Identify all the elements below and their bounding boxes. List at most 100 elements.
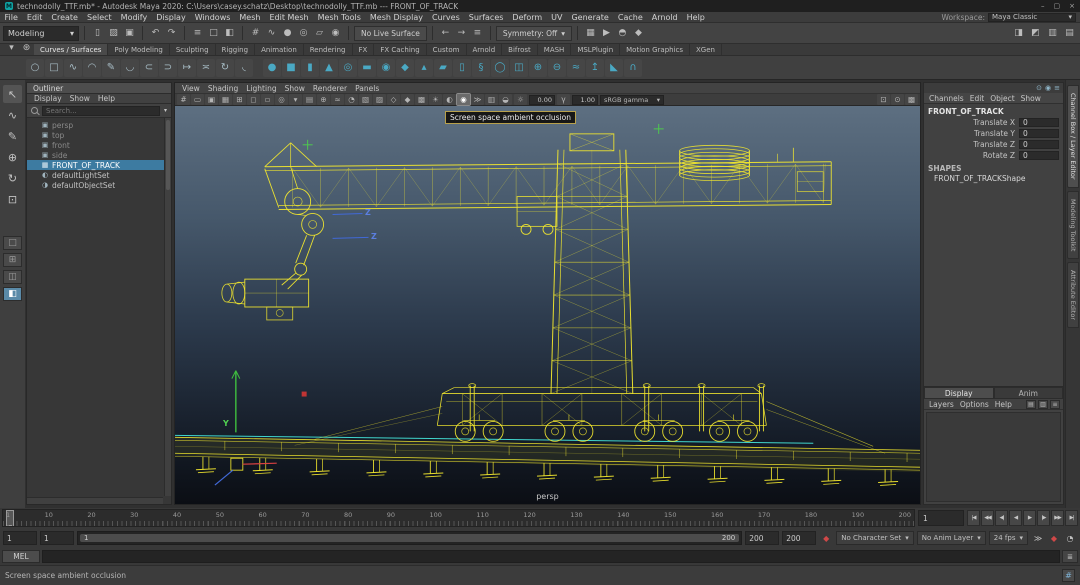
poly-torus-icon[interactable]: ◎: [339, 59, 357, 77]
select-by-component-icon[interactable]: ◧: [222, 26, 237, 41]
cv-curve-tool-icon[interactable]: ◠: [83, 59, 101, 77]
exposure-field[interactable]: 0.00: [529, 95, 555, 105]
poly-cube-icon[interactable]: ■: [282, 59, 300, 77]
menu-item[interactable]: Edit: [22, 13, 47, 22]
lasso-tool[interactable]: ∿: [3, 106, 22, 124]
detach-curves-icon[interactable]: ⊃: [159, 59, 177, 77]
bookmarks-icon[interactable]: ▾: [289, 94, 302, 105]
step-back-key-button[interactable]: ◀|: [995, 510, 1008, 526]
shelf-tab[interactable]: Sculpting: [170, 44, 216, 55]
mel-command-input[interactable]: [42, 550, 1060, 563]
nurbs-square-icon[interactable]: □: [45, 59, 63, 77]
view-transform-dropdown[interactable]: sRGB gamma▾: [600, 95, 664, 105]
step-forward-frame-button[interactable]: ▶▶: [1051, 510, 1064, 526]
bridge-icon[interactable]: ∩: [624, 59, 642, 77]
channel-box-layer-editor-tab[interactable]: Channel Box / Layer Editor: [1067, 85, 1079, 188]
field-chart-icon[interactable]: ⊞: [233, 94, 246, 105]
current-frame-field[interactable]: 1: [918, 510, 964, 526]
film-gate-icon[interactable]: ▭: [191, 94, 204, 105]
modeling-toolkit-toggle-icon[interactable]: ▤: [1062, 26, 1077, 41]
rotate-tool[interactable]: ↻: [3, 169, 22, 187]
snap-to-projected-center-icon[interactable]: ◎: [296, 26, 311, 41]
curve-fillet-icon[interactable]: ◟: [235, 59, 253, 77]
menu-item[interactable]: Windows: [190, 13, 235, 22]
shelf-tab[interactable]: Poly Modeling: [108, 44, 169, 55]
shelf-tab[interactable]: MSLPlugin: [571, 44, 620, 55]
viewport-canvas[interactable]: Screen space ambient occlusion persp Y Z…: [175, 106, 920, 504]
channel-value-field[interactable]: 0: [1019, 129, 1059, 138]
shelf-tab[interactable]: MASH: [538, 44, 572, 55]
attach-curves-icon[interactable]: ⊂: [140, 59, 158, 77]
menu-item[interactable]: Cache: [613, 13, 647, 22]
multisample-aa-icon[interactable]: ▥: [485, 94, 498, 105]
two-d-pan-zoom-icon[interactable]: ⊕: [317, 94, 330, 105]
modeling-toolkit-tab[interactable]: Modeling Toolkit: [1067, 191, 1079, 259]
layer-editor-tab[interactable]: Anim: [994, 387, 1064, 399]
separate-icon[interactable]: ⊖: [548, 59, 566, 77]
step-forward-key-button[interactable]: |▶: [1037, 510, 1050, 526]
shelf-tab[interactable]: XGen: [690, 44, 722, 55]
layer-list[interactable]: [926, 412, 1061, 502]
manip-speed-icon[interactable]: ◉: [1045, 84, 1051, 92]
resolution-gate-icon[interactable]: ▣: [205, 94, 218, 105]
time-slider[interactable]: 1102030405060708090100110120130140150160…: [2, 509, 915, 527]
wireframe-mode-icon[interactable]: ◇: [387, 94, 400, 105]
menu-item[interactable]: Mesh: [235, 13, 265, 22]
exposure-icon[interactable]: ☼: [514, 94, 527, 105]
input-connections-icon[interactable]: ←: [438, 26, 453, 41]
outliner-item-front[interactable]: ▣ front: [27, 140, 171, 150]
select-by-hierarchy-icon[interactable]: ≡: [190, 26, 205, 41]
poly-soccer-ball-icon[interactable]: ◯: [491, 59, 509, 77]
open-render-view-icon[interactable]: ▦: [583, 26, 598, 41]
poly-cylinder-icon[interactable]: ▮: [301, 59, 319, 77]
outliner-title[interactable]: Outliner: [27, 83, 171, 94]
construction-history-icon[interactable]: ≡: [470, 26, 485, 41]
undo-icon[interactable]: ↶: [148, 26, 163, 41]
depth-of-field-icon[interactable]: ◒: [499, 94, 512, 105]
poly-cone-icon[interactable]: ▲: [320, 59, 338, 77]
maximize-button[interactable]: ▢: [1054, 2, 1061, 10]
outliner-item-defaultobjectset[interactable]: ◑ defaultObjectSet: [27, 180, 171, 190]
no-live-surface-button[interactable]: No Live Surface: [354, 26, 427, 41]
menu-item[interactable]: UV: [547, 13, 567, 22]
animation-preferences-icon[interactable]: ◔: [1063, 531, 1077, 545]
viewport-menu-item[interactable]: Show: [281, 84, 309, 93]
save-scene-icon[interactable]: ▣: [122, 26, 137, 41]
outliner-item-front-of-track[interactable]: ▦ FRONT_OF_TRACK: [27, 160, 171, 170]
frame-all-icon[interactable]: ⊡: [877, 94, 890, 105]
shelf-menu-icon[interactable]: ▾: [4, 40, 19, 55]
new-scene-icon[interactable]: ▯: [90, 26, 105, 41]
new-layer-from-selected-icon[interactable]: ▥: [1038, 400, 1048, 409]
menu-item[interactable]: Surfaces: [464, 13, 508, 22]
frame-selected-icon[interactable]: ⊙: [891, 94, 904, 105]
channel-value-field[interactable]: 0: [1019, 140, 1059, 149]
shelf-tab[interactable]: Custom: [427, 44, 467, 55]
outliner-item-persp[interactable]: ▣ persp: [27, 120, 171, 130]
make-live-icon[interactable]: ◉: [328, 26, 343, 41]
channel-value-field[interactable]: 0: [1019, 118, 1059, 127]
shelf-tab[interactable]: Arnold: [467, 44, 503, 55]
go-to-end-button[interactable]: ▶|: [1065, 510, 1078, 526]
layer-editor-menu-item[interactable]: Help: [993, 400, 1014, 409]
poly-disc-icon[interactable]: ◉: [377, 59, 395, 77]
open-scene-icon[interactable]: ▨: [106, 26, 121, 41]
anim-layer-dropdown[interactable]: No Anim Layer▾: [917, 531, 986, 545]
mel-toggle-button[interactable]: MEL: [2, 550, 40, 563]
snap-to-curve-icon[interactable]: ∿: [264, 26, 279, 41]
channel-box-menu-item[interactable]: Channels: [927, 94, 966, 103]
outliner-item-side[interactable]: ▣ side: [27, 150, 171, 160]
playback-start-field[interactable]: 1: [40, 531, 74, 545]
poly-pipe-icon[interactable]: ▯: [453, 59, 471, 77]
shelf-tab[interactable]: Animation: [255, 44, 304, 55]
script-editor-icon[interactable]: ≣: [1062, 550, 1078, 563]
viewcube-toggle-icon[interactable]: ▩: [905, 94, 918, 105]
auto-key-icon[interactable]: ◆: [1047, 531, 1061, 545]
outliner-menu-item[interactable]: Display: [31, 94, 65, 103]
menu-set-dropdown[interactable]: Modeling▾: [3, 26, 79, 41]
poly-plane-icon[interactable]: ▬: [358, 59, 376, 77]
screen-space-ao-icon[interactable]: ◉: [457, 94, 470, 105]
playback-speed-icon[interactable]: ≫: [1031, 531, 1045, 545]
viewport-menu-item[interactable]: Lighting: [242, 84, 280, 93]
channel-box-menu-item[interactable]: Object: [988, 94, 1016, 103]
play-backwards-button[interactable]: ◀: [1009, 510, 1022, 526]
